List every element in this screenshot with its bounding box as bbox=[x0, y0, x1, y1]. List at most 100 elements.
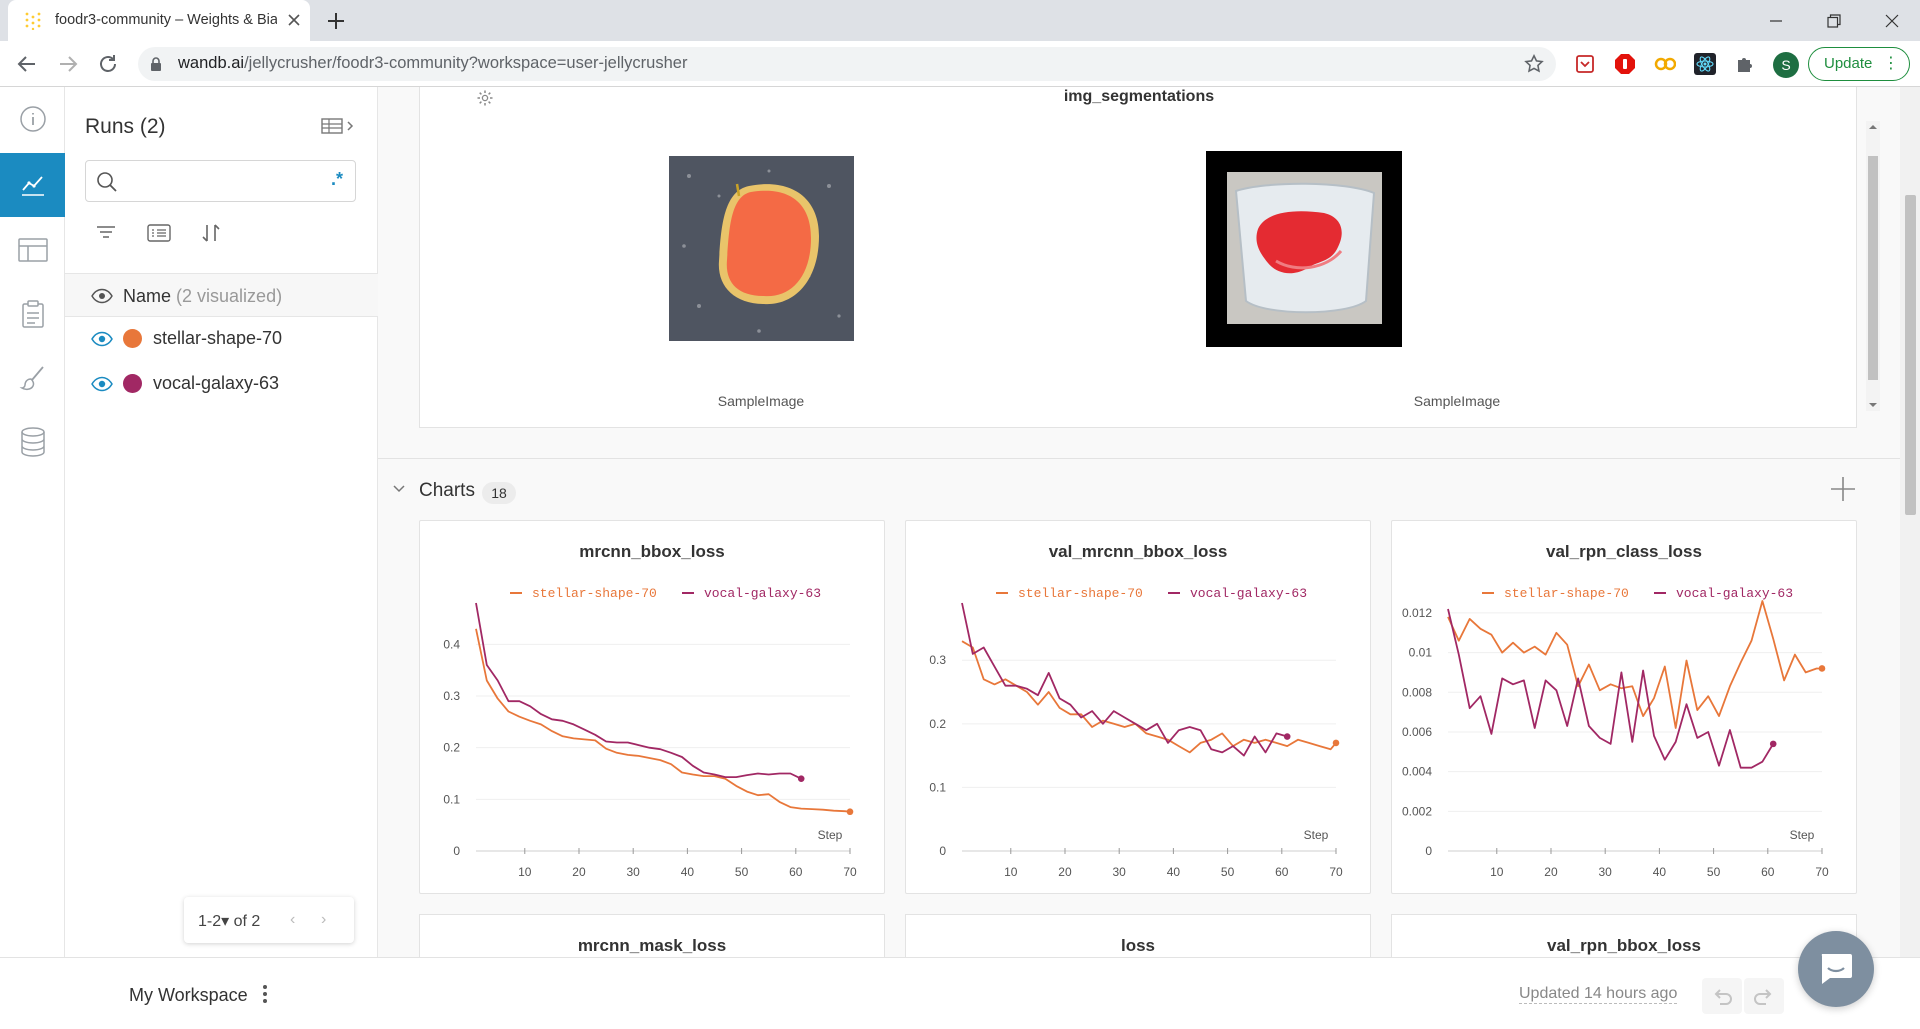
chart-card-val-mrcnn-bbox-loss[interactable]: val_mrcnn_bbox_loss stellar-shape-70 voca… bbox=[905, 520, 1371, 894]
forward-icon[interactable] bbox=[56, 52, 80, 76]
runs-search-input[interactable]: .* bbox=[85, 160, 356, 202]
y-tick-label: 0.1 bbox=[929, 780, 946, 794]
add-panel-icon[interactable] bbox=[1830, 476, 1856, 502]
x-tick-label: 20 bbox=[1058, 865, 1072, 879]
rail-sweeps[interactable] bbox=[0, 346, 65, 410]
x-tick-label: 70 bbox=[1329, 865, 1343, 879]
restore-window-icon[interactable] bbox=[1806, 0, 1862, 41]
y-tick-label: 0.006 bbox=[1402, 725, 1432, 739]
sort-icon[interactable] bbox=[200, 222, 222, 244]
lock-icon[interactable] bbox=[148, 56, 164, 72]
filter-icon[interactable] bbox=[95, 222, 117, 244]
browser-update-button[interactable]: Update ⋮ bbox=[1808, 47, 1910, 81]
y-tick-label: 0.1 bbox=[443, 792, 460, 806]
visibility-eye-icon[interactable] bbox=[91, 376, 113, 392]
segmentation-image-glass[interactable] bbox=[1206, 151, 1402, 347]
browser-tab[interactable]: foodr3-community – Weights & Biases bbox=[8, 0, 310, 41]
redo-icon[interactable] bbox=[1744, 978, 1784, 1014]
y-tick-label: 0.4 bbox=[443, 637, 460, 651]
chart-card-mrcnn-bbox-loss[interactable]: mrcnn_bbox_loss stellar-shape-70 vocal-ga… bbox=[419, 520, 885, 894]
x-tick-label: 50 bbox=[1221, 865, 1235, 879]
x-tick-label: 10 bbox=[518, 865, 532, 879]
rail-overview[interactable] bbox=[0, 87, 65, 151]
extension-react-icon[interactable] bbox=[1694, 53, 1716, 75]
close-tab-icon[interactable] bbox=[286, 12, 302, 28]
extension-adblock-icon[interactable] bbox=[1614, 53, 1636, 75]
regex-toggle-icon[interactable]: .* bbox=[331, 169, 343, 190]
table-icon bbox=[17, 238, 48, 262]
prev-page-icon[interactable]: ‹ bbox=[290, 911, 295, 929]
page-scrollbar[interactable] bbox=[1900, 87, 1920, 957]
rail-artifacts[interactable] bbox=[0, 410, 65, 474]
pagination-label[interactable]: 1-2▾ of 2 bbox=[198, 911, 260, 931]
back-icon[interactable] bbox=[15, 52, 39, 76]
rail-charts[interactable] bbox=[0, 153, 65, 217]
close-window-icon[interactable] bbox=[1864, 0, 1920, 41]
segmentation-image-apple[interactable] bbox=[669, 156, 854, 341]
new-tab-icon[interactable] bbox=[324, 9, 348, 33]
collapse-chevron-icon[interactable] bbox=[392, 482, 406, 496]
chart-title: mrcnn_mask_loss bbox=[577, 936, 727, 955]
profile-avatar[interactable]: S bbox=[1773, 52, 1799, 78]
reload-icon[interactable] bbox=[96, 52, 120, 76]
extension-co-icon[interactable] bbox=[1654, 53, 1676, 75]
runs-pagination: 1-2▾ of 2 ‹ › bbox=[184, 897, 354, 943]
workspace-name[interactable]: My Workspace bbox=[129, 985, 248, 1006]
expand-runs-table-icon[interactable] bbox=[321, 117, 357, 135]
y-tick-label: 0.002 bbox=[1402, 804, 1432, 818]
next-page-icon[interactable]: › bbox=[321, 911, 326, 929]
support-chat-button[interactable] bbox=[1798, 931, 1874, 1007]
series-line bbox=[475, 602, 802, 780]
chart-card-val-rpn-class-loss[interactable]: val_rpn_class_loss stellar-shape-70 vocal… bbox=[1391, 520, 1857, 894]
chart-title: val_rpn_bbox_loss bbox=[1546, 936, 1701, 955]
chart-card-next[interactable]: val_rpn_bbox_loss bbox=[1391, 914, 1857, 957]
legend-label: stellar-shape-70 bbox=[1018, 586, 1143, 601]
x-tick-label: 70 bbox=[843, 865, 857, 879]
wandb-favicon-icon bbox=[24, 12, 42, 30]
chart-card-next[interactable]: loss bbox=[905, 914, 1371, 957]
x-tick-label: 60 bbox=[789, 865, 803, 879]
rail-table[interactable] bbox=[0, 218, 65, 282]
visibility-eye-icon[interactable] bbox=[91, 331, 113, 347]
run-row[interactable]: stellar-shape-70 bbox=[65, 317, 378, 361]
runs-name-header: Name (2 visualized) bbox=[65, 273, 378, 317]
series-end-marker bbox=[1332, 739, 1340, 747]
group-icon[interactable] bbox=[147, 222, 171, 244]
series-line bbox=[475, 628, 851, 813]
visualized-count: (2 visualized) bbox=[176, 286, 283, 306]
run-color-dot[interactable] bbox=[123, 329, 142, 348]
y-tick-label: 0.2 bbox=[443, 741, 460, 755]
legend-label: vocal-galaxy-63 bbox=[1676, 586, 1793, 601]
run-name[interactable]: vocal-galaxy-63 bbox=[153, 373, 279, 394]
y-tick-label: 0.01 bbox=[1409, 646, 1433, 660]
runs-title: Runs (2) bbox=[85, 115, 166, 138]
minimize-window-icon[interactable] bbox=[1748, 0, 1804, 41]
run-color-dot[interactable] bbox=[123, 374, 142, 393]
x-tick-label: 40 bbox=[1653, 865, 1667, 879]
charts-section-title[interactable]: Charts bbox=[419, 480, 475, 502]
undo-icon[interactable] bbox=[1702, 978, 1742, 1014]
workspace-main: img_segmentations SampleImage SampleImag… bbox=[378, 87, 1900, 957]
x-tick-label: 10 bbox=[1004, 865, 1018, 879]
run-name[interactable]: stellar-shape-70 bbox=[153, 328, 282, 349]
x-tick-label: 30 bbox=[627, 865, 641, 879]
extensions-puzzle-icon[interactable] bbox=[1734, 53, 1756, 75]
page-scrollbar-thumb[interactable] bbox=[1905, 195, 1916, 515]
rail-reports[interactable] bbox=[0, 282, 65, 346]
media-caption: SampleImage bbox=[1413, 393, 1501, 409]
legend-label: vocal-galaxy-63 bbox=[1190, 586, 1307, 601]
media-scrollbar-thumb[interactable] bbox=[1868, 156, 1878, 380]
media-scrollbar[interactable] bbox=[1866, 121, 1880, 411]
chart-card-next[interactable]: mrcnn_mask_loss bbox=[419, 914, 885, 957]
eye-icon[interactable] bbox=[91, 288, 113, 304]
workspace-footer: My Workspace Updated 14 hours ago bbox=[0, 957, 1920, 1029]
bookmark-star-icon[interactable] bbox=[1523, 53, 1545, 75]
chart-title: loss bbox=[1120, 936, 1156, 955]
extension-pocket-icon[interactable] bbox=[1574, 53, 1596, 75]
url-text[interactable]: wandb.ai/jellycrusher/foodr3-community?w… bbox=[178, 54, 687, 73]
series-end-marker bbox=[1769, 740, 1777, 748]
workspace-menu-icon[interactable] bbox=[262, 984, 268, 1004]
runs-panel: Runs (2) .* Name (2 visualized) stellar-… bbox=[65, 87, 378, 957]
tab-title: foodr3-community – Weights & Biases bbox=[55, 12, 277, 28]
run-row[interactable]: vocal-galaxy-63 bbox=[65, 362, 378, 406]
